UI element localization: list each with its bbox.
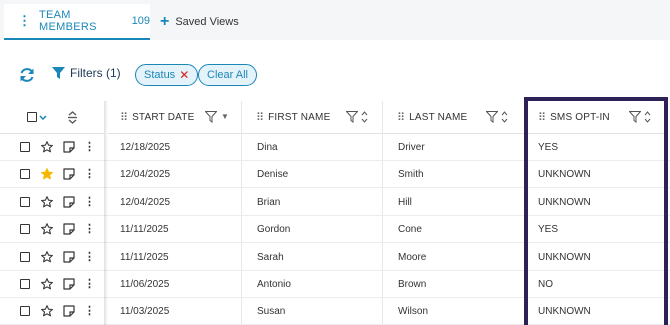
tab-count: 109 bbox=[131, 15, 150, 27]
chip-label: Status bbox=[144, 69, 176, 81]
status-filter-chip[interactable]: Status ✕ bbox=[135, 64, 199, 86]
sort-desc-icon[interactable]: ▼ bbox=[221, 112, 229, 121]
tab-saved-views[interactable]: + Saved Views bbox=[160, 4, 239, 40]
row-checkbox[interactable] bbox=[20, 279, 30, 289]
header-actions bbox=[0, 101, 104, 134]
close-icon[interactable]: ✕ bbox=[179, 68, 189, 82]
star-icon[interactable] bbox=[41, 223, 53, 235]
star-icon[interactable] bbox=[41, 168, 53, 180]
cell-start-date: 12/04/2025 bbox=[120, 169, 171, 181]
plus-icon: + bbox=[160, 13, 170, 30]
note-icon[interactable] bbox=[63, 196, 75, 208]
cell-first-name: Antonio bbox=[257, 279, 291, 290]
cell-start-date: 12/18/2025 bbox=[120, 142, 171, 153]
cell-last-name: Driver bbox=[398, 142, 425, 153]
cell-start-date: 11/11/2025 bbox=[120, 224, 169, 236]
column-title: START DATE bbox=[132, 111, 195, 123]
cell-start-date: 11/11/2025 bbox=[120, 251, 169, 263]
column-title: LAST NAME bbox=[409, 111, 468, 123]
more-options-icon[interactable]: ⋮ bbox=[84, 196, 95, 207]
chip-label: Clear All bbox=[207, 69, 248, 81]
cell-first-name: Brian bbox=[257, 196, 281, 208]
filter-icon[interactable] bbox=[205, 111, 217, 123]
filters-label: Filters (1) bbox=[70, 66, 121, 80]
star-icon[interactable] bbox=[41, 141, 53, 153]
star-icon[interactable] bbox=[41, 305, 53, 317]
cell-first-name: Dina bbox=[257, 142, 278, 153]
sort-icon[interactable] bbox=[501, 111, 508, 123]
cell-start-date: 11/03/2025 bbox=[120, 306, 170, 318]
expand-collapse-icon[interactable] bbox=[67, 110, 78, 125]
cell-start-date: 11/06/2025 bbox=[120, 279, 170, 290]
star-icon[interactable] bbox=[41, 278, 53, 290]
note-icon[interactable] bbox=[63, 305, 75, 317]
star-icon[interactable] bbox=[41, 250, 53, 263]
column-title: FIRST NAME bbox=[268, 111, 331, 123]
filter-icon[interactable] bbox=[346, 111, 358, 123]
note-icon[interactable] bbox=[63, 278, 75, 290]
row-checkbox[interactable] bbox=[20, 306, 30, 317]
cell-first-name: Gordon bbox=[257, 224, 291, 236]
cell-last-name: Hill bbox=[398, 196, 412, 208]
tab-team-members[interactable]: ⋮ TEAM MEMBERS 109 bbox=[4, 4, 150, 40]
note-icon[interactable] bbox=[63, 141, 75, 153]
row-checkbox[interactable] bbox=[20, 251, 30, 262]
more-options-icon[interactable]: ⋮ bbox=[84, 142, 95, 153]
filter-icon bbox=[52, 66, 65, 79]
cell-last-name: Wilson bbox=[398, 306, 429, 318]
cell-first-name: Susan bbox=[257, 306, 286, 318]
toolbar: Filters (1) Status ✕ Clear All bbox=[0, 62, 670, 88]
row-checkbox[interactable] bbox=[20, 169, 30, 180]
drag-handle-icon[interactable]: ⠿ bbox=[397, 111, 405, 124]
more-options-icon[interactable]: ⋮ bbox=[84, 251, 95, 262]
select-all-checkbox[interactable] bbox=[27, 112, 37, 122]
refresh-icon[interactable] bbox=[18, 66, 36, 84]
tab-label: TEAM MEMBERS bbox=[39, 9, 97, 33]
clear-all-chip[interactable]: Clear All bbox=[198, 64, 257, 86]
more-options-icon[interactable]: ⋮ bbox=[84, 279, 95, 290]
cell-last-name: Moore bbox=[398, 251, 427, 263]
star-icon[interactable] bbox=[41, 195, 53, 208]
cell-last-name: Cone bbox=[398, 224, 422, 236]
more-options-icon[interactable]: ⋮ bbox=[84, 169, 95, 180]
more-options-icon[interactable]: ⋮ bbox=[84, 306, 95, 317]
filters-button[interactable]: Filters (1) bbox=[52, 66, 121, 80]
sort-icon[interactable] bbox=[361, 111, 368, 123]
column-header-start-date[interactable]: ⠿ START DATE ▼ bbox=[108, 101, 241, 134]
chevron-down-icon[interactable] bbox=[39, 115, 47, 121]
cell-first-name: Sarah bbox=[257, 251, 284, 263]
tab-label: Saved Views bbox=[175, 16, 239, 28]
cell-first-name: Denise bbox=[257, 169, 289, 181]
drag-handle-icon[interactable]: ⠿ bbox=[256, 111, 264, 124]
cell-start-date: 12/04/2025 bbox=[120, 196, 171, 208]
filter-icon[interactable] bbox=[486, 111, 498, 123]
note-icon[interactable] bbox=[63, 223, 75, 235]
more-options-icon[interactable]: ⋮ bbox=[84, 224, 95, 235]
frozen-column-shadow bbox=[104, 101, 108, 325]
note-icon[interactable] bbox=[63, 168, 75, 180]
tab-menu-icon[interactable]: ⋮ bbox=[18, 13, 31, 29]
column-header-first-name[interactable]: ⠿ FIRST NAME bbox=[242, 101, 382, 134]
cell-last-name: Smith bbox=[398, 169, 424, 181]
row-checkbox[interactable] bbox=[20, 224, 30, 235]
row-checkbox[interactable] bbox=[20, 196, 30, 207]
column-header-last-name[interactable]: ⠿ LAST NAME bbox=[383, 101, 524, 134]
row-checkbox[interactable] bbox=[20, 142, 30, 152]
tab-bar: ⋮ TEAM MEMBERS 109 + Saved Views bbox=[0, 0, 670, 40]
cell-last-name: Brown bbox=[398, 279, 427, 290]
sms-opt-in-column-highlight bbox=[524, 97, 668, 325]
note-icon[interactable] bbox=[63, 250, 75, 263]
drag-handle-icon[interactable]: ⠿ bbox=[120, 111, 128, 124]
